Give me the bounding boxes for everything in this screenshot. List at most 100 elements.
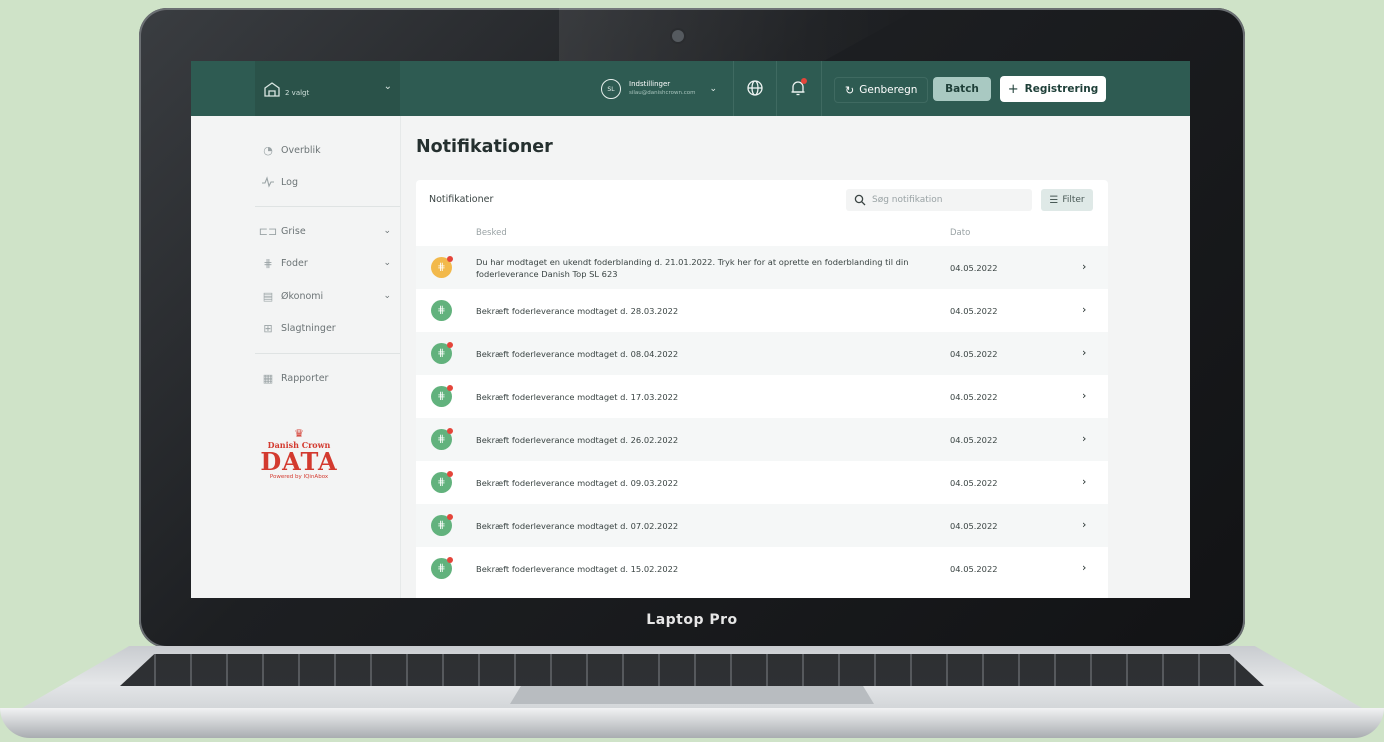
table-row[interactable]: ⋕ Bekræft foderleverance modtaget d. 09.… — [416, 461, 1108, 504]
sidebar-item-grise[interactable]: ⊏⊐ Grise ⌄ — [258, 221, 391, 241]
row-date: 04.05.2022 — [950, 435, 998, 445]
registrering-button[interactable]: + Registrering — [1000, 76, 1106, 102]
row-date: 04.05.2022 — [950, 564, 998, 574]
chevron-right-icon: › — [1082, 346, 1087, 359]
chevron-right-icon: › — [1082, 303, 1087, 316]
settings-menu[interactable]: SL Indstillinger silau@danishcrown.com ⌄ — [601, 75, 717, 103]
globe-icon[interactable] — [745, 78, 765, 98]
pulse-icon — [261, 175, 275, 189]
unread-dot — [447, 385, 453, 391]
column-header-date: Dato — [950, 228, 971, 238]
sidebar-item-foder[interactable]: ⋕ Foder ⌄ — [261, 253, 391, 273]
feed-icon: ⋕ — [431, 471, 453, 493]
chevron-right-icon: › — [1082, 561, 1087, 574]
batch-button[interactable]: Batch — [933, 77, 991, 101]
sidebar-item-rapporter[interactable]: ▦ Rapporter — [261, 368, 391, 388]
laptop-base — [0, 646, 1384, 742]
lid-reflection — [559, 8, 919, 68]
row-message: Bekræft foderleverance modtaget d. 28.03… — [476, 306, 679, 316]
chevron-right-icon: › — [1082, 475, 1087, 488]
sidebar-item-label: Foder — [281, 257, 308, 269]
notifications-card: Notifikationer ☰ Filter Besked Dato ⋕ Du… — [416, 180, 1108, 598]
plus-icon: + — [1007, 81, 1019, 97]
search-field[interactable] — [846, 189, 1032, 211]
chevron-down-icon: ⌄ — [383, 258, 391, 268]
refresh-icon: ↻ — [845, 83, 855, 97]
sidebar-item-okonomi[interactable]: ▤ Økonomi ⌄ — [261, 286, 391, 306]
sliders-icon: ☰ — [1049, 194, 1059, 206]
unread-dot — [447, 342, 453, 348]
filter-label: Filter — [1062, 195, 1085, 205]
sidebar-item-label: Grise — [281, 225, 306, 237]
pig-icon: ⊏⊐ — [258, 224, 278, 238]
table-row[interactable]: ⋕ Bekræft foderleverance modtaget d. 26.… — [416, 418, 1108, 461]
row-message: Bekræft foderleverance modtaget d. 26.02… — [476, 435, 679, 445]
laptop-brand-label: Laptop Pro — [646, 612, 738, 628]
card-title: Notifikationer — [429, 194, 494, 205]
report-icon: ▦ — [262, 371, 274, 385]
sidebar-item-log[interactable]: Log — [261, 172, 391, 192]
settings-email: silau@danishcrown.com — [629, 90, 696, 96]
feed-icon: ⋕ — [431, 514, 453, 536]
row-date: 04.05.2022 — [950, 263, 998, 273]
laptop-base-edge — [0, 708, 1384, 738]
top-bar: 2 valgt ⌄ SL Indstillinger silau@danishc… — [191, 61, 1190, 116]
feed-icon: ⋕ — [431, 300, 452, 321]
farm-selector-label: 2 valgt — [285, 88, 310, 97]
sidebar-item-label: Økonomi — [281, 290, 324, 302]
chevron-right-icon: › — [1082, 518, 1087, 531]
sidebar-item-label: Overblik — [281, 144, 321, 156]
sidebar: ◔ Overblik Log ⊏⊐ Grise ⌄ ⋕ Foder ⌄ ▤ Øk… — [191, 116, 400, 598]
row-message: Du har modtaget en ukendt foderblanding … — [476, 257, 909, 279]
notification-bell-button[interactable] — [788, 78, 808, 98]
pie-chart-icon: ◔ — [263, 143, 273, 157]
search-icon — [854, 194, 866, 206]
table-row[interactable]: ⋕ Bekræft foderleverance modtaget d. 17.… — [416, 375, 1108, 418]
row-date: 04.05.2022 — [950, 306, 998, 316]
unread-dot — [447, 471, 453, 477]
unread-dot — [447, 514, 453, 520]
crown-icon: ♛ — [294, 427, 304, 440]
feed-icon: ⋕ — [263, 256, 273, 270]
table-row[interactable]: ⋕ Bekræft foderleverance modtaget d. 07.… — [416, 504, 1108, 547]
genberegn-button[interactable]: ↻ Genberegn — [834, 77, 929, 103]
chevron-right-icon: › — [1082, 389, 1087, 402]
table-row[interactable]: ⋕ Bekræft foderleverance modtaget d. 15.… — [416, 547, 1108, 590]
farm-selector[interactable]: 2 valgt ⌄ — [255, 61, 400, 116]
settings-title: Indstillinger — [629, 80, 671, 88]
farm-house-icon — [264, 81, 280, 97]
avatar: SL — [601, 79, 621, 99]
topbar-divider — [733, 61, 734, 116]
chevron-down-icon: ⌄ — [383, 81, 392, 92]
sidebar-divider — [255, 353, 400, 354]
sidebar-item-label: Rapporter — [281, 372, 329, 384]
table-row[interactable]: ⋕ Bekræft foderleverance modtaget d. 08.… — [416, 332, 1108, 375]
danish-crown-data-logo: ♛ Danish Crown DATA Powered by IQinAbox — [259, 427, 339, 481]
row-message: Bekræft foderleverance modtaget d. 15.02… — [476, 564, 679, 574]
laptop-screen: 2 valgt ⌄ SL Indstillinger silau@danishc… — [191, 61, 1190, 598]
row-date: 04.05.2022 — [950, 521, 998, 531]
row-date: 04.05.2022 — [950, 478, 998, 488]
column-header-message: Besked — [476, 228, 507, 238]
chevron-right-icon: › — [1082, 260, 1087, 273]
chevron-right-icon: › — [1082, 432, 1087, 445]
notification-list: ⋕ Du har modtaget en ukendt foderblandin… — [416, 246, 1108, 590]
feed-icon: ⋕ — [431, 385, 453, 407]
topbar-divider — [821, 61, 822, 116]
search-input[interactable] — [870, 194, 1024, 206]
table-row[interactable]: ⋕ Du har modtaget en ukendt foderblandin… — [416, 246, 1108, 289]
webcam — [672, 30, 684, 42]
logo-word: DATA — [260, 447, 338, 476]
sidebar-item-slagtninger[interactable]: ⊞ Slagtninger — [261, 318, 391, 338]
filter-button[interactable]: ☰ Filter — [1041, 189, 1093, 211]
truck-icon: ⊞ — [263, 321, 273, 335]
sidebar-item-overblik[interactable]: ◔ Overblik — [261, 140, 391, 160]
table-row[interactable]: ⋕ Bekræft foderleverance modtaget d. 28.… — [416, 289, 1108, 332]
genberegn-label: Genberegn — [859, 84, 918, 96]
chevron-down-icon: ⌄ — [383, 291, 391, 301]
main-content: Notifikationer Notifikationer ☰ Filter B… — [400, 116, 1190, 598]
warning-feed-icon: ⋕ — [431, 256, 453, 278]
feed-icon: ⋕ — [431, 428, 453, 450]
touchpad — [510, 686, 874, 704]
keyboard — [120, 654, 1264, 686]
